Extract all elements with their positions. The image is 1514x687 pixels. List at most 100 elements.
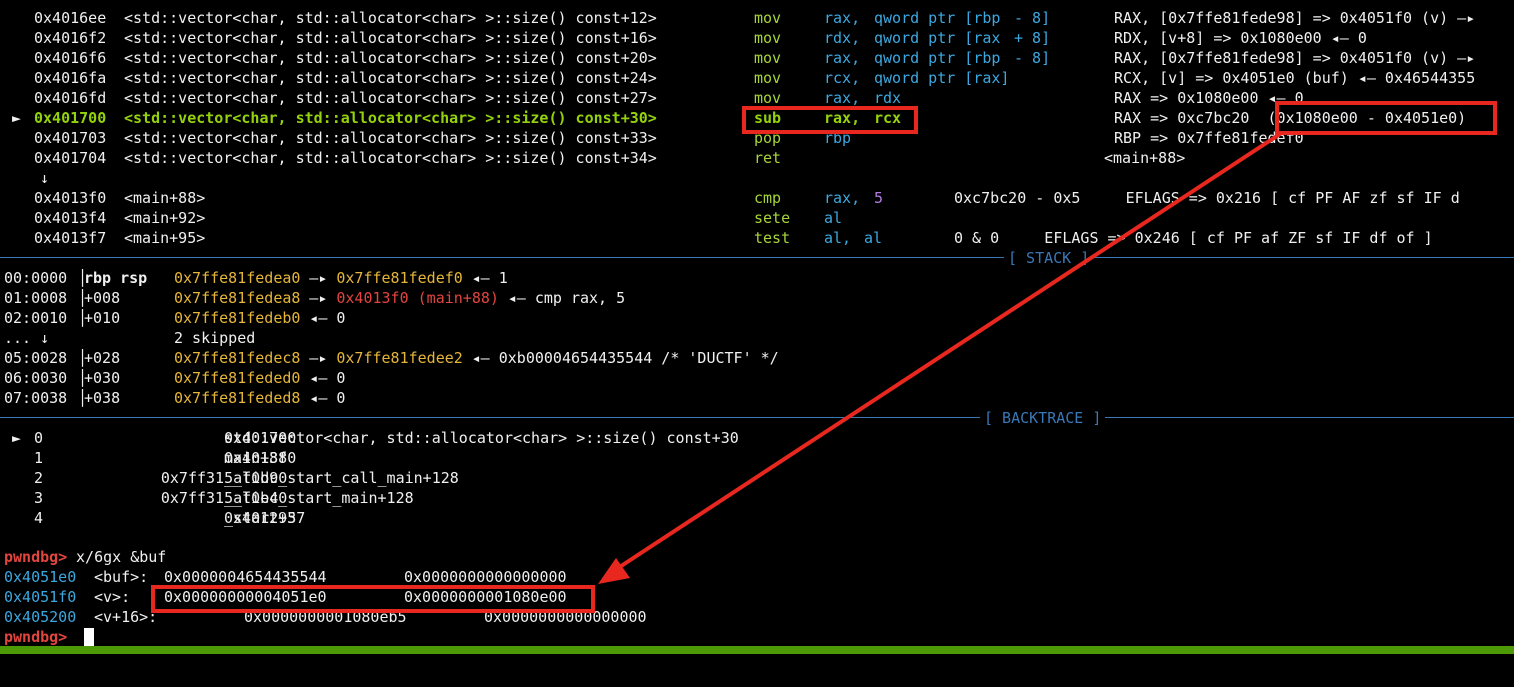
memory-address: 0x405200 xyxy=(4,608,77,626)
instruction-operand: al xyxy=(824,209,843,227)
instruction-symbol: <std::vector<char, std::allocator<char> … xyxy=(124,29,657,47)
stack-register: +008 xyxy=(84,289,121,307)
text-cursor xyxy=(84,628,94,646)
frame-number: 2 xyxy=(34,469,44,487)
instruction-comment: RAX, [0x7ffe81fede98] => 0x4051f0 (v) —▸ xyxy=(1114,49,1476,67)
instruction-symbol: <std::vector<char, std::allocator<char> … xyxy=(124,109,657,127)
stack-address: 0x7ffe81feded8 xyxy=(174,389,301,407)
stack-value: 0x4013f0 (main+88) xyxy=(336,289,499,307)
frame-symbol: std::vector<char, std::allocator<char> >… xyxy=(224,429,739,447)
stack-register: +030 xyxy=(84,369,121,387)
instruction-operand: rdx, xyxy=(824,29,861,47)
stack-tail: ◂— 1 xyxy=(462,269,508,287)
instruction-symbol: <std::vector<char, std::allocator<char> … xyxy=(124,49,657,67)
stack-value: 0x7ffe81fedee2 xyxy=(336,349,463,367)
console-command: x/6gx &buf xyxy=(67,548,167,566)
instruction-mnemonic: mov xyxy=(754,9,782,27)
instruction-comment: RCX, [v] => 0x4051e0 (buf) ◂— 0x46544355 xyxy=(1114,69,1476,87)
instruction-mnemonic: mov xyxy=(754,89,782,107)
frame-symbol: main+88 xyxy=(224,449,288,467)
instruction-mnemonic: ret xyxy=(754,149,782,167)
console-input-line[interactable]: pwndbg> xyxy=(0,627,94,647)
instruction-symbol: <main+92> xyxy=(124,209,206,227)
stack-arrow: —▸ xyxy=(300,269,337,287)
instruction-operand: rax, xyxy=(824,89,861,107)
frame-symbol: _start+37 xyxy=(224,509,306,527)
stack-register: +010 xyxy=(84,309,121,327)
stack-address: 0x7ffe81fedea0 xyxy=(174,269,301,287)
stack-tail: ◂— 0 xyxy=(300,309,346,327)
memory-qword: 0x0000004654435544 xyxy=(164,568,327,586)
memory-qword: 0x0000000000000000 xyxy=(404,568,567,586)
memory-label: <v+16>: xyxy=(94,608,158,626)
instruction-comment: RAX, [0x7ffe81fede98] => 0x4051f0 (v) —▸ xyxy=(1114,9,1476,27)
stack-header: [ STACK ] xyxy=(1004,248,1094,268)
instruction-operand: rcx, xyxy=(824,69,861,87)
stack-address: 0x7ffe81fedea8 xyxy=(174,289,301,307)
instruction-address: 0x4016ee xyxy=(34,9,107,27)
stack-index: 00:0000 xyxy=(4,269,68,287)
instruction-symbol: <std::vector<char, std::allocator<char> … xyxy=(124,89,657,107)
memory-address: 0x4051e0 xyxy=(4,568,77,586)
stack-separator xyxy=(0,257,1514,258)
highlight-sub-instruction xyxy=(742,106,918,134)
stack-address: 0x7ffe81fedec8 xyxy=(174,349,301,367)
instruction-operand: rax, xyxy=(824,189,861,207)
stack-address: 0x7ffe81feded0 xyxy=(174,369,301,387)
stack-tail: ◂— 0 xyxy=(300,369,346,387)
frame-number: 4 xyxy=(34,509,44,527)
instruction-address: 0x4016f6 xyxy=(34,49,107,67)
memory-address: 0x4051f0 xyxy=(4,588,77,606)
instruction-mnemonic: mov xyxy=(754,49,782,67)
stack-register: rbp rsp xyxy=(84,269,148,287)
instruction-operand: 5 xyxy=(874,189,884,207)
current-frame-marker-icon: ► xyxy=(12,429,22,447)
current-instruction-marker-icon: ► xyxy=(12,109,22,127)
instruction-operand: qword ptr [rbp xyxy=(874,49,1001,67)
instruction-comment: 0 & 0 EFLAGS => 0x246 [ cf PF af ZF sf I… xyxy=(954,229,1433,247)
down-arrow-icon: ↓ xyxy=(40,169,50,187)
stack-index: 06:0030 xyxy=(4,369,68,387)
instruction-mnemonic: mov xyxy=(754,29,782,47)
instruction-mnemonic: sete xyxy=(754,209,791,227)
instruction-symbol: <main+95> xyxy=(124,229,206,247)
tmux-status-bar xyxy=(0,646,1514,654)
stack-arrow: —▸ xyxy=(300,289,337,307)
instruction-address: 0x401704 xyxy=(34,149,107,167)
instruction-operand: qword ptr [rbp xyxy=(874,9,1001,27)
instruction-address: 0x4016f2 xyxy=(34,29,107,47)
stack-tail: ◂— cmp rax, 5 xyxy=(498,289,626,307)
frame-number: 3 xyxy=(34,489,44,507)
stack-register: +028 xyxy=(84,349,121,367)
memory-label: <buf>: xyxy=(94,568,149,586)
stack-address: 2 skipped xyxy=(174,329,256,347)
instruction-comment: RDX, [v+8] => 0x1080e00 ◂— 0 xyxy=(1114,29,1367,47)
highlight-subtraction-result xyxy=(1275,101,1497,135)
instruction-operand: rax, xyxy=(824,9,861,27)
stack-register: +038 xyxy=(84,389,121,407)
instruction-operand: + 8] xyxy=(1014,29,1051,47)
stack-index: ... ↓ xyxy=(4,329,50,347)
instruction-operand: qword ptr [rax xyxy=(874,29,1001,47)
backtrace-separator xyxy=(0,417,1514,418)
instruction-symbol: <std::vector<char, std::allocator<char> … xyxy=(124,149,657,167)
instruction-symbol: <std::vector<char, std::allocator<char> … xyxy=(124,9,657,27)
stack-address: 0x7ffe81fedeb0 xyxy=(174,309,301,327)
instruction-address: 0x4013f4 xyxy=(34,209,107,227)
instruction-address: 0x4013f0 xyxy=(34,189,107,207)
instruction-mnemonic: mov xyxy=(754,69,782,87)
stack-tail: ◂— 0xb00004654435544 /* 'DUCTF' */ xyxy=(462,349,779,367)
frame-number: 1 xyxy=(34,449,44,467)
memory-label: <v>: xyxy=(94,588,131,606)
stack-index: 02:0010 xyxy=(4,309,68,327)
instruction-operand: - 8] xyxy=(1014,9,1051,27)
frame-symbol: __libc_start_main+128 xyxy=(224,489,414,507)
stack-value: 0x7ffe81fedef0 xyxy=(336,269,463,287)
frame-symbol: __libc_start_call_main+128 xyxy=(224,469,459,487)
highlight-vector-pointers xyxy=(151,585,595,613)
instruction-symbol: <main+88> xyxy=(124,189,206,207)
stack-arrow: —▸ xyxy=(300,349,337,367)
instruction-operand: rax, xyxy=(824,49,861,67)
stack-tail: ◂— 0 xyxy=(300,389,346,407)
stack-index: 05:0028 xyxy=(4,349,68,367)
